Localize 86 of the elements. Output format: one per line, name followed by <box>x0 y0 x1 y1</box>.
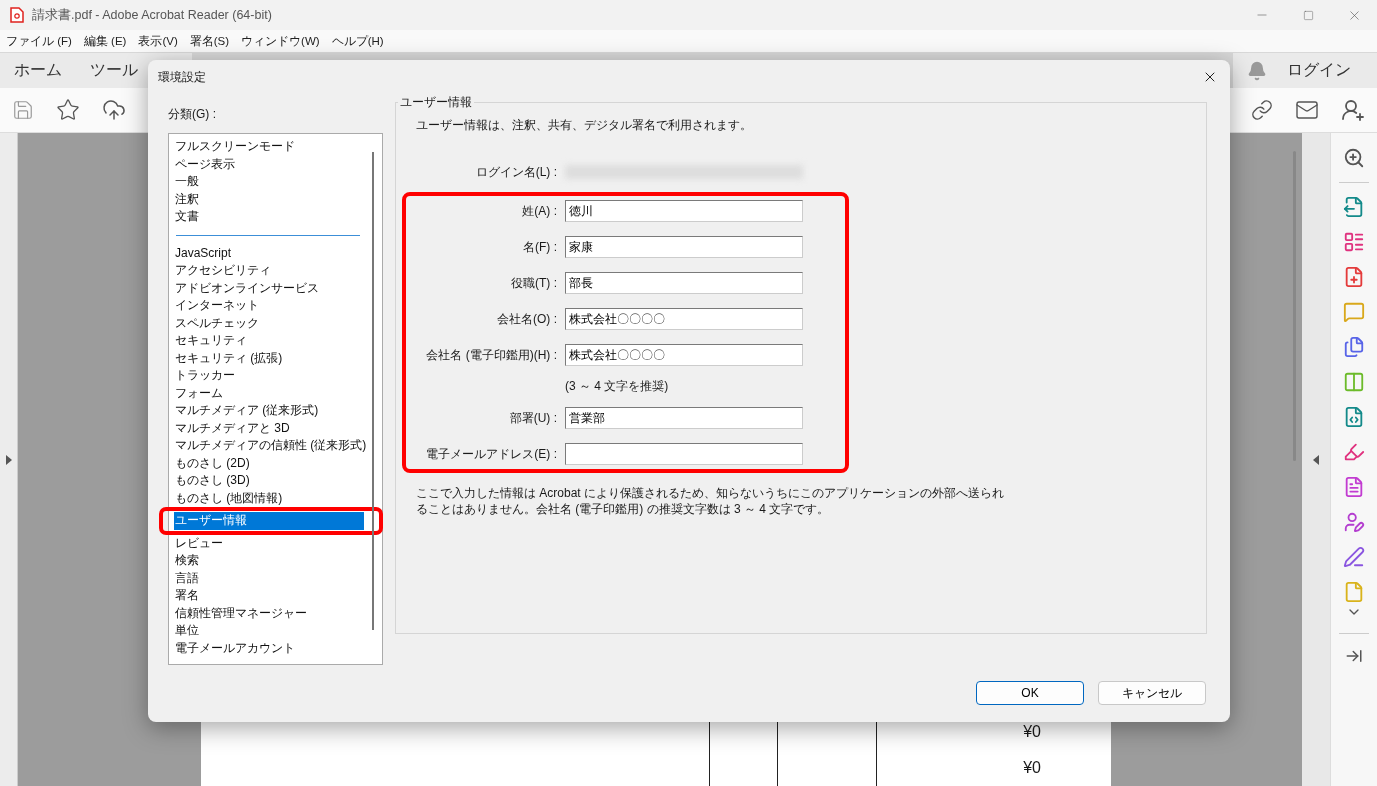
input-field[interactable]: 家康 <box>565 236 803 258</box>
category-item[interactable]: フルスクリーンモード <box>174 138 364 156</box>
comment-icon[interactable] <box>1343 301 1365 323</box>
columns-icon[interactable] <box>1343 371 1365 393</box>
category-item[interactable]: 検索 <box>174 552 364 570</box>
note-text: ここで入力した情報は Acrobat により保護されるため、知らないうちにこのアプリケーションの外部へ送られることはありません。会社名 (電子印鑑用) の推奨文字数は 3 ～ 4 文字です。 <box>416 485 1006 517</box>
nav-tab[interactable]: ツール <box>76 52 152 89</box>
hint-text: (3 ～ 4 文字を推奨) <box>565 378 670 395</box>
category-item[interactable]: 文書 <box>174 208 364 226</box>
dialog-title: 環境設定 <box>158 68 207 86</box>
category-item[interactable]: 一般 <box>174 173 364 191</box>
category-item[interactable]: ユーザー情報 <box>174 512 364 530</box>
layout-icon[interactable] <box>1343 231 1365 253</box>
category-item[interactable]: マルチメディア (従来形式) <box>174 402 364 420</box>
field-label: ログイン名(L) : <box>474 163 557 181</box>
category-item[interactable]: インターネット <box>174 297 364 315</box>
star-icon[interactable] <box>56 98 80 122</box>
amount-cell: ¥0 <box>876 750 1111 786</box>
input-field[interactable]: 部長 <box>565 272 803 294</box>
category-item[interactable]: マルチメディアと 3D <box>174 419 364 437</box>
menu-item[interactable]: ヘルプ(H) <box>331 33 384 49</box>
field-label: 部署(U) : <box>508 409 557 427</box>
field-label: 電子メールアドレス(E) : <box>425 445 557 463</box>
mail-icon[interactable] <box>1295 98 1319 122</box>
files-icon[interactable] <box>1343 336 1365 358</box>
input-field[interactable]: 徳川 <box>565 200 803 222</box>
input-field[interactable]: 株式会社〇〇〇〇 <box>565 344 803 366</box>
cancel-button[interactable]: キャンセル <box>1098 681 1206 705</box>
menu-item[interactable]: ファイル (F) <box>6 33 72 49</box>
category-item[interactable]: レビュー <box>174 534 364 552</box>
category-item[interactable]: アクセシビリティ <box>174 262 364 280</box>
zoom-icon[interactable] <box>1343 147 1365 169</box>
ok-button[interactable]: OK <box>976 681 1084 705</box>
description-text: ユーザー情報は、注釈、共有、デジタル署名で利用されます。 <box>416 117 753 134</box>
input-field[interactable]: 株式会社〇〇〇〇 <box>565 308 803 330</box>
pen-icon[interactable] <box>1343 546 1365 568</box>
category-item[interactable]: ものさし (3D) <box>174 472 364 490</box>
category-item[interactable]: 注釈 <box>174 190 364 208</box>
bell-icon[interactable] <box>1247 60 1267 81</box>
document-icon[interactable] <box>1343 476 1365 498</box>
input-field[interactable]: 営業部 <box>565 407 803 429</box>
collapse-panel-icon[interactable] <box>1345 647 1363 665</box>
field-label: 会社名(O) : <box>496 310 557 328</box>
category-item[interactable]: ものさし (地図情報) <box>174 489 364 507</box>
file-plus-icon[interactable] <box>1343 266 1365 288</box>
group-title: ユーザー情報 <box>399 94 473 111</box>
file-arrow-icon[interactable] <box>1343 196 1365 218</box>
category-item[interactable]: 言語 <box>174 569 364 587</box>
category-item[interactable]: JavaScript <box>174 244 364 262</box>
login-button[interactable]: ログイン <box>1267 52 1377 89</box>
category-item[interactable]: ページ表示 <box>174 155 364 173</box>
user-plus-icon[interactable] <box>1341 98 1365 122</box>
menu-item[interactable]: ウィンドウ(W) <box>241 33 320 49</box>
window-title: 請求書.pdf - Adobe Acrobat Reader (64-bit) <box>32 6 273 24</box>
menu-item[interactable]: 表示(V) <box>138 33 178 49</box>
category-item[interactable]: フォーム <box>174 384 364 402</box>
expand-icon[interactable] <box>5 454 12 465</box>
field-label: 会社名 (電子印鑑用)(H) : <box>425 346 557 364</box>
category-item[interactable]: スペルチェック <box>174 314 364 332</box>
menu-item[interactable]: 編集 (E) <box>83 33 127 49</box>
category-item[interactable]: 電子メールアカウント <box>174 639 364 657</box>
collapse-icon[interactable] <box>1313 454 1319 465</box>
menu-item[interactable]: 署名(S) <box>189 33 230 49</box>
category-item[interactable]: トラッカー <box>174 367 364 385</box>
cloud-upload-icon[interactable] <box>102 98 126 122</box>
category-item[interactable]: ものさし (2D) <box>174 454 364 472</box>
category-item[interactable]: 信頼性管理マネージャー <box>174 604 364 622</box>
field-label: 姓(A) : <box>521 202 557 220</box>
save-icon[interactable] <box>12 99 34 121</box>
field-label: 役職(T) : <box>510 274 557 292</box>
pdf-file-icon <box>10 7 24 23</box>
highlighter-icon[interactable] <box>1343 441 1365 463</box>
category-item[interactable]: セキュリティ <box>174 332 364 350</box>
nav-tab[interactable]: ホーム <box>0 52 76 89</box>
category-item[interactable]: アドビオンラインサービス <box>174 279 364 297</box>
category-item[interactable]: マルチメディアの信頼性 (従来形式) <box>174 437 364 455</box>
link-icon[interactable] <box>1251 99 1273 121</box>
scrollbar[interactable] <box>372 152 374 630</box>
file-code-icon[interactable] <box>1343 406 1365 428</box>
category-label: 分類(G) : <box>168 106 217 123</box>
input-field[interactable] <box>565 443 803 465</box>
user-pen-icon[interactable] <box>1343 511 1365 533</box>
category-item[interactable]: 単位 <box>174 622 364 640</box>
category-item[interactable]: 署名 <box>174 587 364 605</box>
field-label: 名(F) : <box>522 238 557 256</box>
category-item[interactable]: セキュリティ (拡張) <box>174 349 364 367</box>
